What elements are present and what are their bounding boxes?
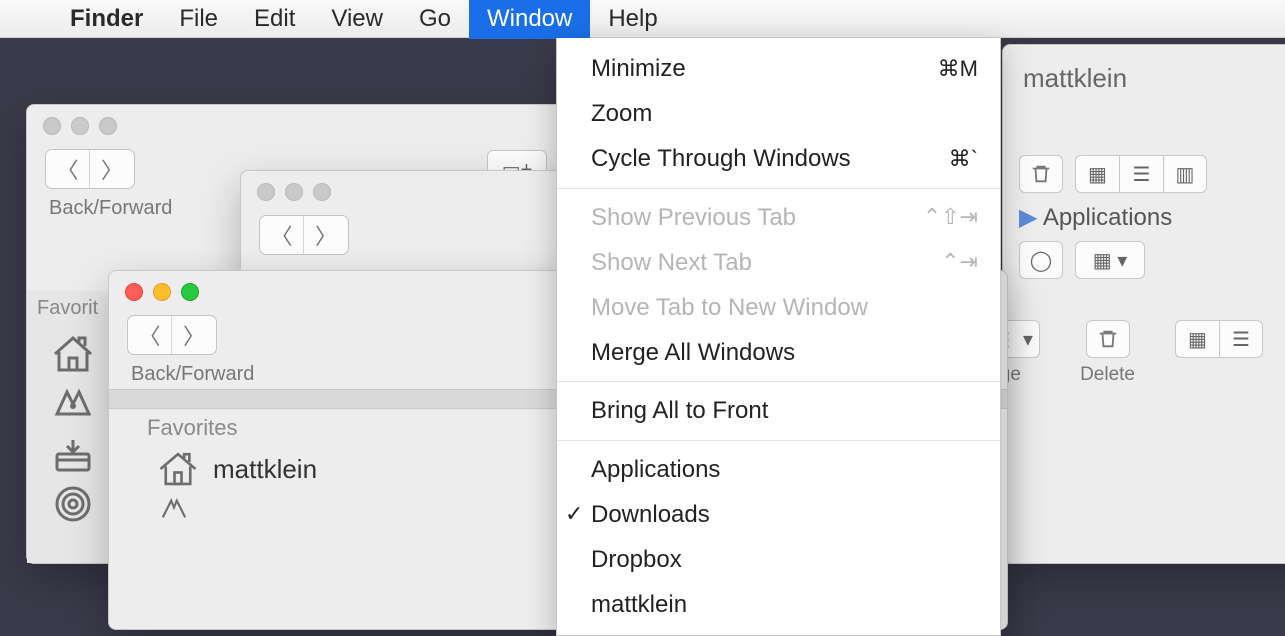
minimize-button[interactable] xyxy=(153,283,171,301)
icon-view-icon[interactable]: ▦ xyxy=(1175,320,1219,358)
menu-app[interactable]: Finder xyxy=(52,0,161,39)
menu-view[interactable]: View xyxy=(313,0,401,39)
nav-buttons[interactable]: 〈 〉 xyxy=(45,149,135,189)
menu-help[interactable]: Help xyxy=(590,0,675,39)
applications-icon xyxy=(157,495,191,523)
delete-button[interactable] xyxy=(1086,320,1130,358)
list-view-icon[interactable]: ☰ xyxy=(1219,320,1263,358)
forward-button[interactable]: 〉 xyxy=(304,216,348,254)
menu-window[interactable]: Window xyxy=(469,0,590,39)
airdrop-icon[interactable] xyxy=(49,484,97,524)
forward-button[interactable]: 〉 xyxy=(172,316,216,354)
menu-window-downloads[interactable]: Downloads xyxy=(557,492,1000,537)
menu-show-prev-tab: Show Previous Tab⌃⇧⇥ xyxy=(557,195,1000,240)
menu-separator xyxy=(557,381,1000,382)
toolbar-right: ⋮⋮ ▾ nge Delete ▦ ☰ xyxy=(970,320,1263,386)
zoom-dot[interactable] xyxy=(313,183,331,201)
menu-edit[interactable]: Edit xyxy=(236,0,313,39)
menu-merge-windows[interactable]: Merge All Windows xyxy=(557,330,1000,375)
menu-window-applications[interactable]: Applications xyxy=(557,447,1000,492)
menu-bar: Finder File Edit View Go Window Help xyxy=(0,0,1285,38)
icon-view-icon[interactable]: ▦ xyxy=(1075,155,1119,193)
tag-icon[interactable]: ◯ xyxy=(1019,241,1063,279)
menu-separator xyxy=(557,440,1000,441)
home-icon xyxy=(157,451,199,487)
trash-icon[interactable] xyxy=(1019,155,1063,193)
menu-file[interactable]: File xyxy=(161,0,236,39)
back-button[interactable]: 〈 xyxy=(128,316,172,354)
zoom-button[interactable] xyxy=(181,283,199,301)
list-view-icon[interactable]: ☰ xyxy=(1119,155,1163,193)
back-button[interactable]: 〈 xyxy=(46,150,90,188)
minimize-dot[interactable] xyxy=(285,183,303,201)
close-dot[interactable] xyxy=(257,183,275,201)
downloads-icon[interactable] xyxy=(49,434,97,474)
group-dropdown[interactable]: ▦ ▾ xyxy=(1075,241,1145,279)
menu-separator xyxy=(557,188,1000,189)
menu-window-dropbox[interactable]: Dropbox xyxy=(557,537,1000,582)
forward-button[interactable]: 〉 xyxy=(90,150,134,188)
menu-show-next-tab: Show Next Tab⌃⇥ xyxy=(557,240,1000,285)
window-mattklein-bg: mattklein ▦ ☰ ▥ ▶ Applications ◯ ▦ ▾ xyxy=(1002,44,1285,564)
back-button[interactable]: 〈 xyxy=(260,216,304,254)
menu-minimize[interactable]: Minimize⌘M xyxy=(557,46,1000,91)
close-button[interactable] xyxy=(125,283,143,301)
home-icon[interactable] xyxy=(49,334,97,374)
path-button[interactable]: ▶ Applications xyxy=(1019,203,1172,232)
delete-label: Delete xyxy=(1080,364,1135,386)
menu-move-tab: Move Tab to New Window xyxy=(557,285,1000,330)
window-title: mattklein xyxy=(1023,63,1127,94)
nav-buttons[interactable]: 〈 〉 xyxy=(127,315,217,355)
minimize-dot[interactable] xyxy=(71,117,89,135)
view-mode-segmented[interactable]: ▦ ☰ ▥ xyxy=(1075,155,1207,193)
menu-bring-all-front[interactable]: Bring All to Front xyxy=(557,388,1000,433)
sidebar-item-label: mattklein xyxy=(213,454,317,485)
view-segmented-2[interactable]: ▦ ☰ xyxy=(1175,320,1263,358)
nav-buttons[interactable]: 〈 〉 xyxy=(259,215,349,255)
menu-go[interactable]: Go xyxy=(401,0,469,39)
column-view-icon[interactable]: ▥ xyxy=(1163,155,1207,193)
menu-window-mattklein[interactable]: mattklein xyxy=(557,582,1000,627)
menu-zoom[interactable]: Zoom xyxy=(557,91,1000,136)
zoom-dot[interactable] xyxy=(99,117,117,135)
window-menu-dropdown: Minimize⌘M Zoom Cycle Through Windows⌘` … xyxy=(556,38,1001,636)
traffic-lights xyxy=(27,105,565,135)
path-label: Applications xyxy=(1043,204,1172,231)
close-dot[interactable] xyxy=(43,117,61,135)
applications-icon[interactable] xyxy=(49,384,97,424)
menu-cycle-windows[interactable]: Cycle Through Windows⌘` xyxy=(557,136,1000,181)
